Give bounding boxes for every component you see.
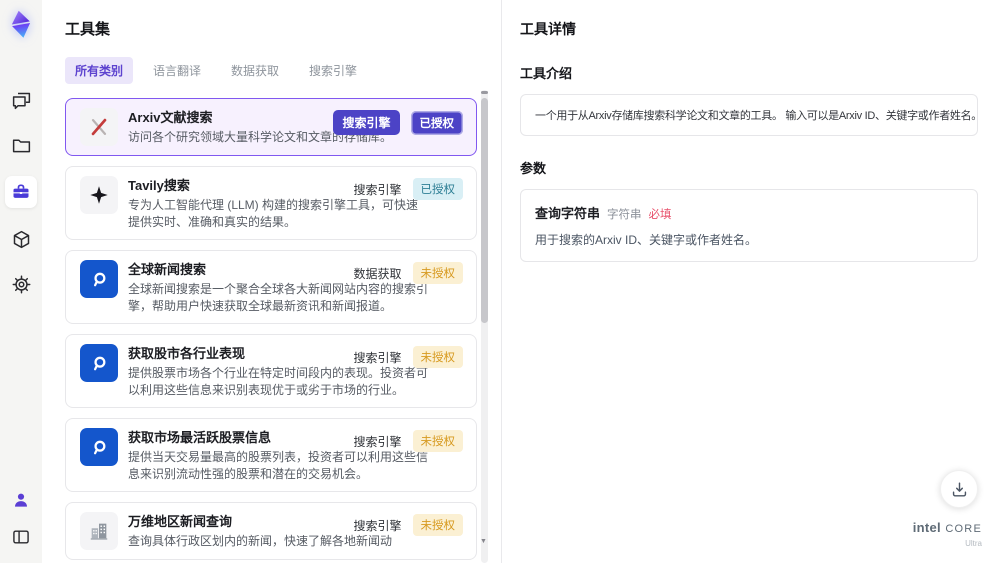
tool-description: 提供当天交易量最高的股票列表，投资者可以利用这些信息来识别流动性强的股票和潜在的… <box>128 450 429 481</box>
tool-status-badge: 未授权 <box>412 346 463 368</box>
tool-card[interactable]: Tavily搜索 专为人工智能代理 (LLM) 构建的搜索引擎工具，可快速提供实… <box>65 166 477 240</box>
parameter-required-flag: 必填 <box>648 209 672 221</box>
left-rail <box>0 0 42 563</box>
toolbox-icon[interactable] <box>5 176 37 208</box>
tool-description: 全球新闻搜索是一个聚合全球各大新闻网站内容的搜索引擎，帮助用户快速获取全球最新资… <box>128 282 429 313</box>
core-brand-text: CORE <box>945 523 982 535</box>
arxiv-icon <box>80 108 118 146</box>
tool-card[interactable]: 获取市场最活跃股票信息 提供当天交易量最高的股票列表，投资者可以利用这些信息来识… <box>65 418 477 492</box>
settings-gear-icon[interactable] <box>7 270 35 298</box>
folder-icon[interactable] <box>7 131 35 159</box>
tool-detail-panel: 工具详情 工具介绍 一个用于从Arxiv存储库搜索科学论文和文章的工具。 输入可… <box>503 0 1000 563</box>
scrollbar[interactable]: ▼ <box>480 90 488 563</box>
app-logo-icon <box>5 8 37 40</box>
category-tab-1[interactable]: 语言翻译 <box>143 57 211 84</box>
detail-title: 工具详情 <box>520 21 576 37</box>
tool-list-panel: 工具集 所有类别 语言翻译 数据获取 搜索引擎 Arxiv文献搜索 访问各个研究领域大… <box>42 0 502 563</box>
tool-intro-text: 一个用于从Arxiv存储库搜索科学论文和文章的工具。 输入可以是Arxiv ID… <box>520 94 978 136</box>
category-tab-0[interactable]: 所有类别 <box>65 57 134 84</box>
rail-bottom <box>7 486 35 551</box>
tool-status-badge: 未授权 <box>412 262 463 284</box>
chat-icon[interactable] <box>7 86 35 114</box>
cube-icon[interactable] <box>7 225 35 253</box>
panel-toggle-icon[interactable] <box>7 523 35 551</box>
parameter-description: 用于搜索的Arxiv ID、关键字或作者姓名。 <box>535 233 758 247</box>
tool-category-badge: 搜索引擎 <box>353 350 402 365</box>
tool-card[interactable]: Arxiv文献搜索 访问各个研究领域大量科学论文和文章的存储库。 搜索引擎 已授… <box>65 98 477 156</box>
parameter-name: 查询字符串 <box>535 206 601 221</box>
parameter-card: 查询字符串 字符串 必填 用于搜索的Arxiv ID、关键字或作者姓名。 <box>520 189 978 262</box>
tool-category-badge: 搜索引擎 <box>333 110 400 135</box>
download-button[interactable] <box>940 470 978 508</box>
building-icon <box>80 512 118 550</box>
tool-status-badge: 已授权 <box>412 178 463 200</box>
news-blue-icon <box>80 260 118 298</box>
scrollbar-thumb[interactable] <box>481 98 488 323</box>
params-heading: 参数 <box>520 161 547 176</box>
intel-core-logo: intel CORE Ultra <box>913 521 982 550</box>
category-tabs: 所有类别 语言翻译 数据获取 搜索引擎 <box>65 57 479 84</box>
rail-nav <box>5 86 37 298</box>
tool-list: Arxiv文献搜索 访问各个研究领域大量科学论文和文章的存储库。 搜索引擎 已授… <box>65 98 477 560</box>
tool-card[interactable]: 全球新闻搜索 全球新闻搜索是一个聚合全球各大新闻网站内容的搜索引擎，帮助用户快速… <box>65 250 477 324</box>
tool-category-badge: 搜索引擎 <box>353 182 402 197</box>
parameter-type: 字符串 <box>607 209 642 221</box>
news-blue-icon <box>80 428 118 466</box>
category-tab-2[interactable]: 数据获取 <box>221 57 289 84</box>
tool-status-badge: 已授权 <box>410 110 463 135</box>
intro-heading: 工具介绍 <box>520 66 573 81</box>
category-tab-3[interactable]: 搜索引擎 <box>299 57 367 84</box>
news-blue-icon <box>80 344 118 382</box>
tool-card[interactable]: 获取股市各行业表现 提供股票市场各个行业在特定时间段内的表现。投资者可以利用这些… <box>65 334 477 408</box>
page-title: 工具集 <box>65 21 111 38</box>
tavily-icon <box>80 176 118 214</box>
scrollbar-top-cap <box>481 91 488 94</box>
tool-category-badge: 搜索引擎 <box>353 434 402 449</box>
tool-status-badge: 未授权 <box>412 514 463 536</box>
tool-category-badge: 数据获取 <box>353 266 402 281</box>
tool-description: 提供股票市场各个行业在特定时间段内的表现。投资者可以利用这些信息来识别表现优于或… <box>128 366 429 397</box>
tool-status-badge: 未授权 <box>412 430 463 452</box>
tool-category-badge: 搜索引擎 <box>353 518 402 533</box>
tool-description: 专为人工智能代理 (LLM) 构建的搜索引擎工具，可快速提供实时、准确和真实的结… <box>128 198 419 229</box>
user-avatar-icon[interactable] <box>7 486 35 514</box>
scrollbar-down-arrow[interactable]: ▼ <box>480 538 487 545</box>
ultra-brand-text: Ultra <box>965 539 982 548</box>
intel-brand-text: intel <box>912 520 941 535</box>
parameter-header: 查询字符串 字符串 必填 <box>535 203 963 222</box>
tool-card[interactable]: 万维地区新闻查询 查询具体行政区划内的新闻，快速了解各地新闻动 搜索引擎 未授权 <box>65 502 477 560</box>
